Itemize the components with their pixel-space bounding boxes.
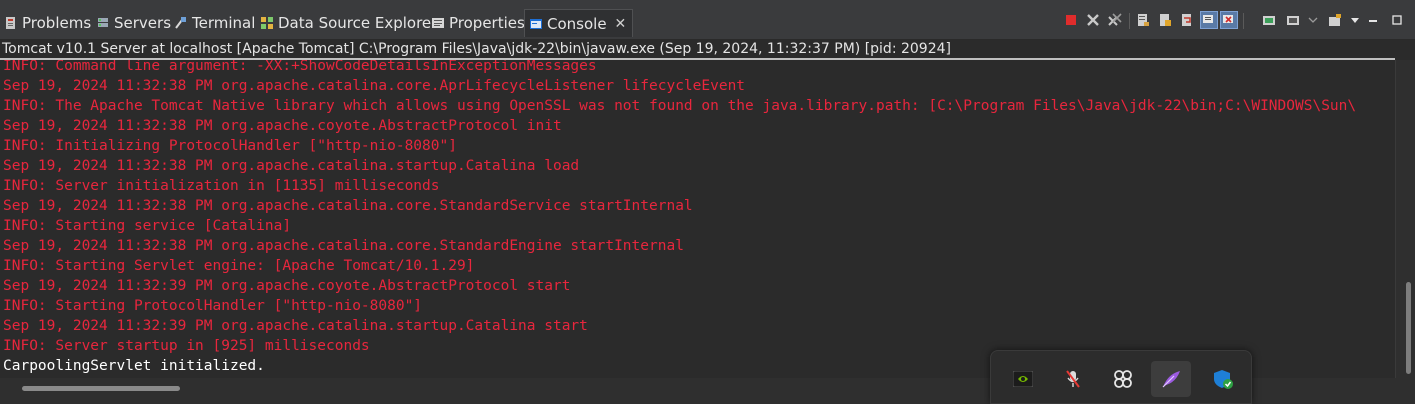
minimize-icon[interactable] — [1364, 11, 1382, 29]
show-console-on-stdout-icon[interactable] — [1200, 11, 1218, 29]
tab-label: Data Source Explorer — [278, 14, 438, 32]
remove-all-terminated-icon[interactable] — [1106, 11, 1124, 29]
word-wrap-icon[interactable] — [1178, 11, 1196, 29]
console-line: Sep 19, 2024 11:32:38 PM org.apache.cata… — [3, 238, 684, 254]
vertical-scrollbar[interactable] — [1395, 60, 1415, 378]
tab-servers[interactable]: Servers — [96, 10, 171, 36]
console-line: INFO: Starting service [Catalina] — [3, 218, 292, 234]
console-line: INFO: The Apache Tomcat Native library w… — [3, 98, 1357, 114]
console-line: INFO: Initializing ProtocolHandler ["htt… — [3, 138, 457, 154]
chevron-down-icon[interactable] — [1304, 11, 1322, 29]
tab-properties[interactable]: Properties — [431, 10, 525, 36]
open-console-icon[interactable] — [1326, 11, 1344, 29]
tab-label: Terminal — [192, 14, 256, 32]
console-line: Sep 19, 2024 11:32:38 PM org.apache.coyo… — [3, 118, 562, 134]
display-selected-console-icon[interactable] — [1284, 11, 1302, 29]
system-tray-popup — [990, 350, 1252, 404]
show-console-on-stderr-icon[interactable] — [1220, 11, 1238, 29]
problems-icon — [4, 16, 18, 30]
properties-icon — [431, 16, 445, 30]
tab-label: Servers — [114, 14, 172, 32]
console-line: INFO: Starting Servlet engine: [Apache T… — [3, 258, 475, 274]
pin-console-icon[interactable] — [1260, 11, 1278, 29]
view-tab-bar: Problems Servers Terminal Data Source Ex… — [0, 0, 1415, 40]
console-title: Tomcat v10.1 Server at localhost [Apache… — [0, 40, 1415, 58]
servers-icon — [96, 16, 110, 30]
console-line: CarpoolingServlet initialized. — [3, 358, 265, 374]
nvidia-icon[interactable] — [1003, 361, 1043, 397]
tab-problems[interactable]: Problems — [4, 10, 91, 36]
feather-app-icon[interactable] — [1151, 361, 1191, 397]
console-output[interactable]: INFO: Command line argument: -XX:+ShowCo… — [0, 60, 1395, 378]
tab-data-source-explorer[interactable]: Data Source Explorer — [260, 10, 437, 36]
tab-label: Console — [547, 14, 607, 33]
console-line: Sep 19, 2024 11:32:38 PM org.apache.cata… — [3, 198, 693, 214]
vertical-scrollbar-thumb[interactable] — [1406, 282, 1411, 374]
console-toolbar — [1060, 11, 1415, 31]
console-line: INFO: Command line argument: -XX:+ShowCo… — [3, 60, 597, 74]
console-line: Sep 19, 2024 11:32:39 PM org.apache.cata… — [3, 318, 588, 334]
tab-label: Properties — [449, 14, 525, 32]
remove-launch-icon[interactable] — [1084, 11, 1102, 29]
terminal-icon — [174, 16, 188, 30]
clear-console-icon[interactable] — [1134, 11, 1152, 29]
bluetooth-device-icon[interactable] — [1103, 361, 1143, 397]
close-icon[interactable]: ✕ — [615, 16, 627, 32]
scroll-lock-icon[interactable] — [1156, 11, 1174, 29]
tab-console[interactable]: Console ✕ — [524, 9, 634, 37]
console-line: Sep 19, 2024 11:32:39 PM org.apache.coyo… — [3, 278, 571, 294]
console-line: INFO: Starting ProtocolHandler ["http-ni… — [3, 298, 423, 314]
console-line: Sep 19, 2024 11:32:38 PM org.apache.cata… — [3, 78, 746, 94]
windows-security-icon[interactable] — [1203, 361, 1243, 397]
microphone-muted-icon[interactable] — [1053, 361, 1093, 397]
terminate-icon[interactable] — [1062, 11, 1080, 29]
data-source-explorer-icon — [260, 16, 274, 30]
maximize-icon[interactable] — [1388, 11, 1406, 29]
console-line: INFO: Server initialization in [1135] mi… — [3, 178, 440, 194]
view-menu-icon[interactable] — [1346, 11, 1364, 29]
tab-terminal[interactable]: Terminal — [174, 10, 255, 36]
console-icon — [529, 17, 543, 31]
tab-label: Problems — [22, 14, 92, 32]
horizontal-scrollbar-thumb[interactable] — [22, 386, 180, 391]
console-line: Sep 19, 2024 11:32:38 PM org.apache.cata… — [3, 158, 580, 174]
console-line: INFO: Server startup in [925] millisecon… — [3, 338, 370, 354]
